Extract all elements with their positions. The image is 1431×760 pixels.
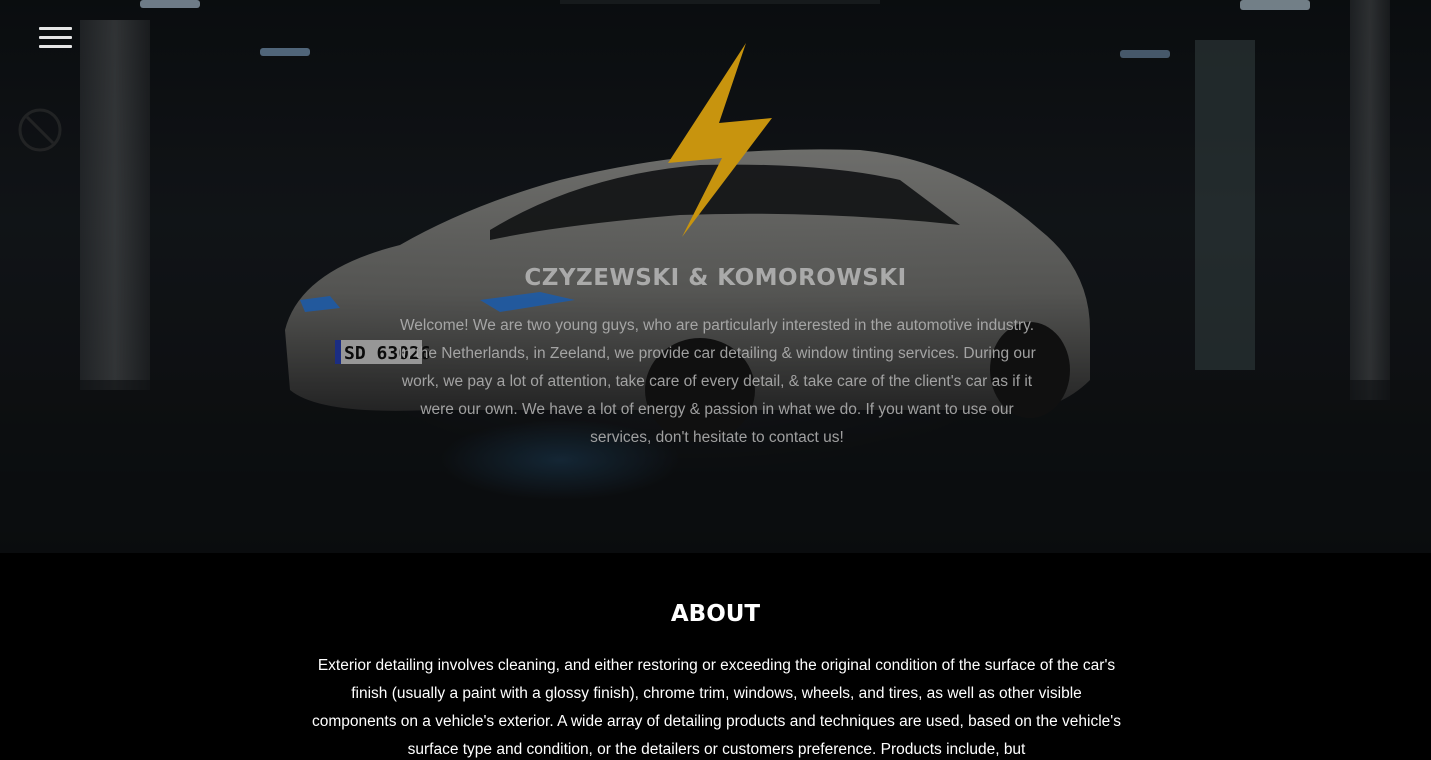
lightning-bolt-icon — [668, 43, 772, 237]
hamburger-menu-icon[interactable] — [39, 27, 72, 51]
menu-line — [39, 27, 72, 30]
about-title: ABOUT — [670, 601, 761, 627]
hero-section: SD 63026 CZYZEWSKI & KOMOROWSKI Welcome!… — [0, 0, 1431, 553]
hero-title: CZYZEWSKI & KOMOROWSKI — [524, 265, 907, 291]
about-section: ABOUT Exterior detailing involves cleani… — [0, 553, 1431, 760]
hero-welcome-text: Welcome! We are two young guys, who are … — [398, 317, 1036, 446]
menu-line — [39, 36, 72, 39]
about-text: Exterior detailing involves cleaning, an… — [312, 657, 1121, 758]
menu-line — [39, 45, 72, 48]
